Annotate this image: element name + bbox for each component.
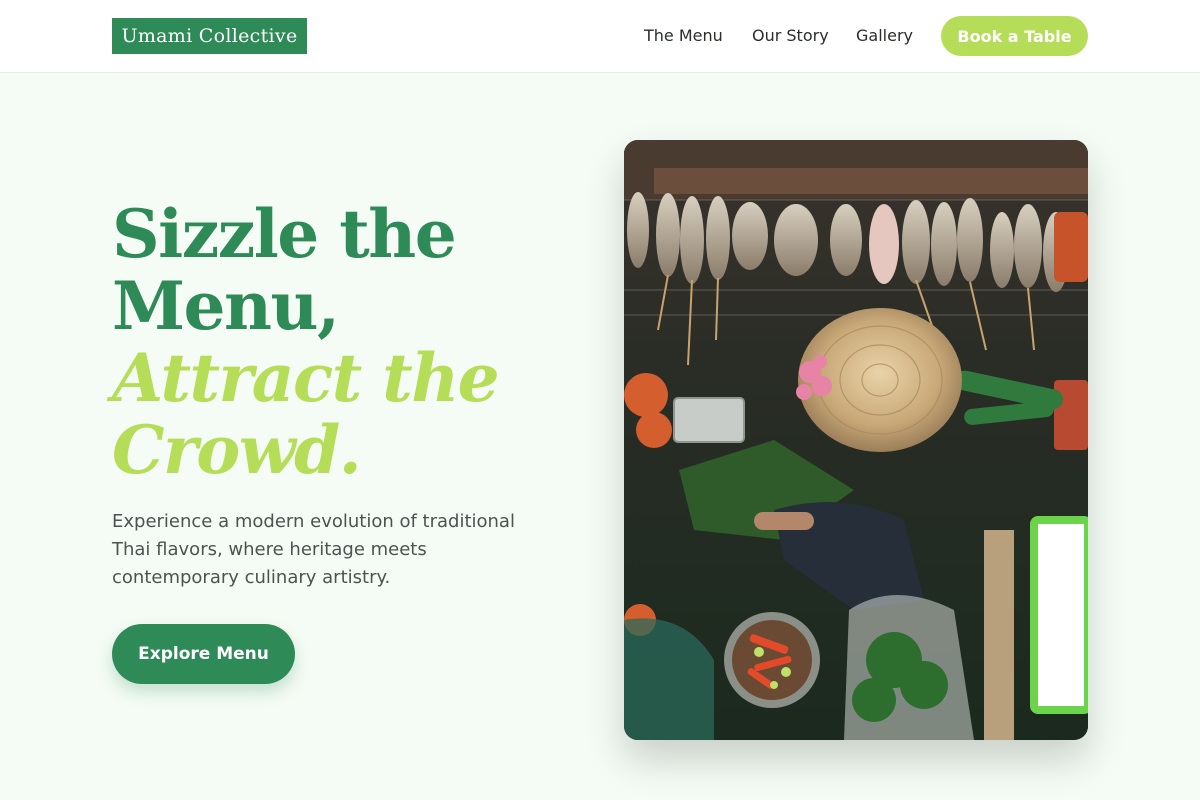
book-table-button[interactable]: Book a Table — [941, 16, 1088, 56]
hero-title-line-3: Attract the — [112, 339, 500, 417]
top-navigation: Umami Collective The Menu Our Story Gall… — [0, 0, 1200, 73]
hero-food-photo — [624, 140, 1088, 740]
hero-title-line-4: Crowd. — [112, 411, 362, 489]
explore-menu-button[interactable]: Explore Menu — [112, 624, 295, 684]
hero-title: Sizzle the Menu, Attract the Crowd. — [112, 198, 582, 486]
hero-description: Experience a modern evolution of traditi… — [112, 511, 515, 588]
nav-link-the-menu[interactable]: The Menu — [644, 24, 723, 48]
hero-title-line-1: Sizzle the — [112, 195, 457, 273]
brand-logo[interactable]: Umami Collective — [112, 18, 307, 54]
thai-street-food-photo-icon — [624, 140, 1088, 740]
nav-link-our-story[interactable]: Our Story — [752, 24, 829, 48]
hero-title-line-2: Menu, — [112, 267, 340, 345]
nav-link-gallery[interactable]: Gallery — [856, 24, 913, 48]
